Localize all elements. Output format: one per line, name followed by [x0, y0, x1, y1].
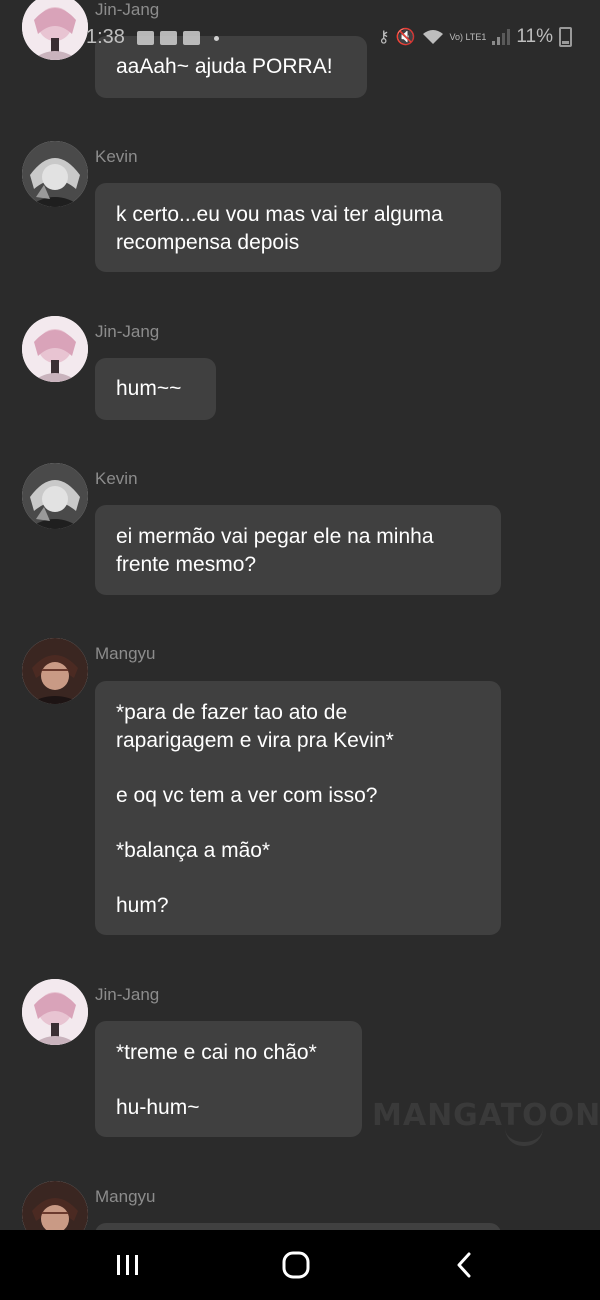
message-bubble[interactable]: *para de fazer tao ato de raparigagem e …: [95, 681, 501, 935]
battery-percent: 11%: [516, 26, 553, 47]
sender-name: Kevin: [95, 469, 138, 488]
message-bubble[interactable]: [95, 1223, 501, 1230]
chat-view[interactable]: Jin-Jang aaAah~ ajuda PORRA! Kevin k cer…: [0, 0, 600, 1230]
home-button[interactable]: [256, 1230, 336, 1300]
message-bubble[interactable]: ei mermão vai pegar ele na minha frente …: [95, 505, 501, 595]
sender-name: Mangyu: [95, 1187, 156, 1206]
message-bubble[interactable]: aaAah~ ajuda PORRA!: [95, 36, 367, 98]
avatar-mangyu[interactable]: [22, 1181, 88, 1230]
avatar-jin-jang[interactable]: [22, 0, 88, 60]
sender-name: Kevin: [95, 147, 138, 166]
watermark-logo: MANGATOON: [372, 1098, 600, 1133]
recent-apps-button[interactable]: [88, 1230, 168, 1300]
avatar-jin-jang[interactable]: [22, 979, 88, 1045]
home-icon: [282, 1251, 310, 1279]
sender-name: Mangyu: [95, 644, 156, 663]
sender-name: Jin-Jang: [95, 0, 160, 19]
battery-icon: [559, 27, 572, 47]
navigation-bar: [0, 1230, 600, 1300]
mute-icon: 🔇: [395, 29, 416, 46]
avatar-kevin[interactable]: [22, 463, 88, 529]
vpn-key-icon: ⚷: [377, 29, 390, 46]
signal-icon: [492, 29, 511, 45]
message-bubble[interactable]: k certo...eu vou mas vai ter alguma reco…: [95, 183, 501, 272]
watermark-smile-icon: [505, 1128, 543, 1146]
status-icons: ⚷ 🔇 Vo) LTE1 11%: [378, 26, 572, 48]
back-button[interactable]: [424, 1230, 504, 1300]
message-bubble[interactable]: hum~~: [95, 358, 216, 420]
avatar-jin-jang[interactable]: [22, 316, 88, 382]
network-type: Vo) LTE1: [449, 31, 487, 42]
back-icon: [457, 1252, 471, 1278]
sender-name: Jin-Jang: [95, 985, 160, 1004]
avatar-mangyu[interactable]: [22, 638, 88, 704]
message-bubble[interactable]: *treme e cai no chão* hu-hum~: [95, 1021, 362, 1137]
avatar-kevin[interactable]: [22, 141, 88, 207]
wifi-icon: [422, 30, 443, 44]
recent-apps-icon: [117, 1255, 138, 1275]
sender-name: Jin-Jang: [95, 322, 160, 341]
